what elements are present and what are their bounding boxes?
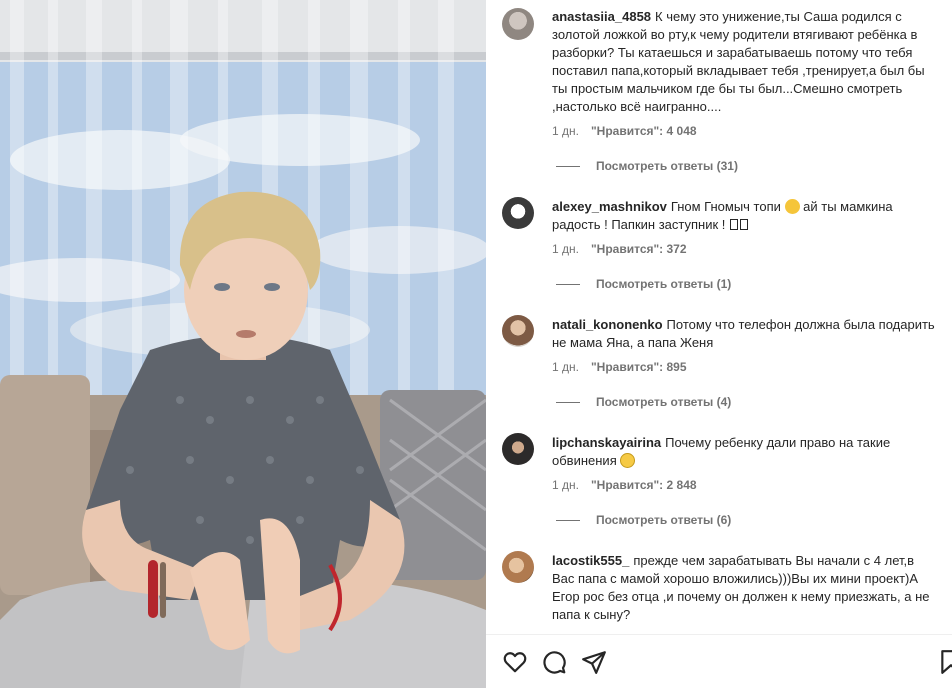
avatar[interactable] (502, 315, 534, 347)
replies-divider (556, 402, 580, 404)
bookmark-icon (941, 650, 952, 674)
comment-username[interactable]: alexey_mashnikov (552, 199, 667, 214)
comment-time[interactable]: 1 дн. (552, 242, 579, 256)
view-replies-button[interactable]: Посмотреть ответы (1) (556, 276, 731, 292)
comments-list: anastasiia_4858 К чему это унижение,ты Са… (486, 0, 952, 634)
share-button[interactable] (581, 649, 607, 675)
view-replies-button[interactable]: Посмотреть ответы (6) (556, 512, 731, 528)
share-icon (582, 651, 606, 674)
like-button[interactable] (502, 649, 528, 675)
comment-text: К чему это унижение,ты Саша родился с зо… (552, 9, 925, 114)
comment-likes[interactable]: "Нравится": 895 (591, 360, 687, 374)
avatar[interactable] (502, 433, 534, 465)
replies-divider (556, 520, 580, 522)
view-replies-label: Посмотреть ответы (6) (596, 513, 732, 527)
heart-icon (503, 652, 527, 673)
comment-meta: 1 дн. "Нравится": 372 (552, 241, 687, 257)
replies-divider (556, 284, 580, 286)
comment-username[interactable]: anastasiia_4858 (552, 9, 651, 24)
view-replies-label: Посмотреть ответы (4) (596, 395, 732, 409)
comment-time[interactable]: 1 дн. (552, 124, 579, 138)
view-replies-button[interactable]: Посмотреть ответы (31) (556, 158, 738, 174)
comment-likes[interactable]: "Нравится": 2 848 (591, 478, 697, 492)
comment-text-block: anastasiia_4858 К чему это унижение,ты Са… (552, 8, 940, 116)
comment-time[interactable]: 1 дн. (552, 478, 579, 492)
comment-username[interactable]: lacostik555_ (552, 553, 629, 568)
comment-text: Гном Гномыч топи (670, 199, 781, 214)
comment-meta: 1 дн. "Нравится": 895 (552, 359, 687, 375)
comment-icon (543, 651, 566, 674)
comment-meta: 1 дн. "Нравится": 4 048 (552, 123, 697, 139)
comment-username[interactable]: natali_kononenko (552, 317, 663, 332)
comment-button[interactable] (541, 649, 567, 675)
comment-text-block: natali_kononenko Потому что телефон должн… (552, 316, 940, 352)
post-action-bar (486, 634, 952, 688)
avatar[interactable] (502, 197, 534, 229)
comment-time[interactable]: 1 дн. (552, 360, 579, 374)
comment-likes[interactable]: "Нравится": 4 048 (591, 124, 697, 138)
view-replies-label: Посмотреть ответы (31) (596, 159, 738, 173)
unknown-glyph-icon (740, 219, 748, 230)
comment-text-block: alexey_mashnikov Гном Гномыч топи ай ты м… (552, 198, 940, 234)
view-replies-label: Посмотреть ответы (1) (596, 277, 732, 291)
comment-meta: 1 дн. "Нравится": 2 848 (552, 477, 697, 493)
replies-divider (556, 166, 580, 168)
waving-hand-emoji-icon (784, 199, 800, 214)
post-photo (0, 0, 486, 688)
save-button[interactable] (938, 649, 952, 675)
comment-text-block: lacostik555_ прежде чем зарабатывать Вы н… (552, 552, 940, 624)
avatar[interactable] (502, 8, 534, 40)
avatar[interactable] (502, 551, 534, 583)
thinking-face-emoji-icon (620, 453, 636, 468)
comment-likes[interactable]: "Нравится": 372 (591, 242, 687, 256)
comment-text-block: lipchanskayairina Почему ребенку дали пра… (552, 434, 940, 470)
unknown-glyph-icon (730, 219, 738, 230)
comment-username[interactable]: lipchanskayairina (552, 435, 661, 450)
post-media[interactable] (0, 0, 486, 688)
view-replies-button[interactable]: Посмотреть ответы (4) (556, 394, 731, 410)
